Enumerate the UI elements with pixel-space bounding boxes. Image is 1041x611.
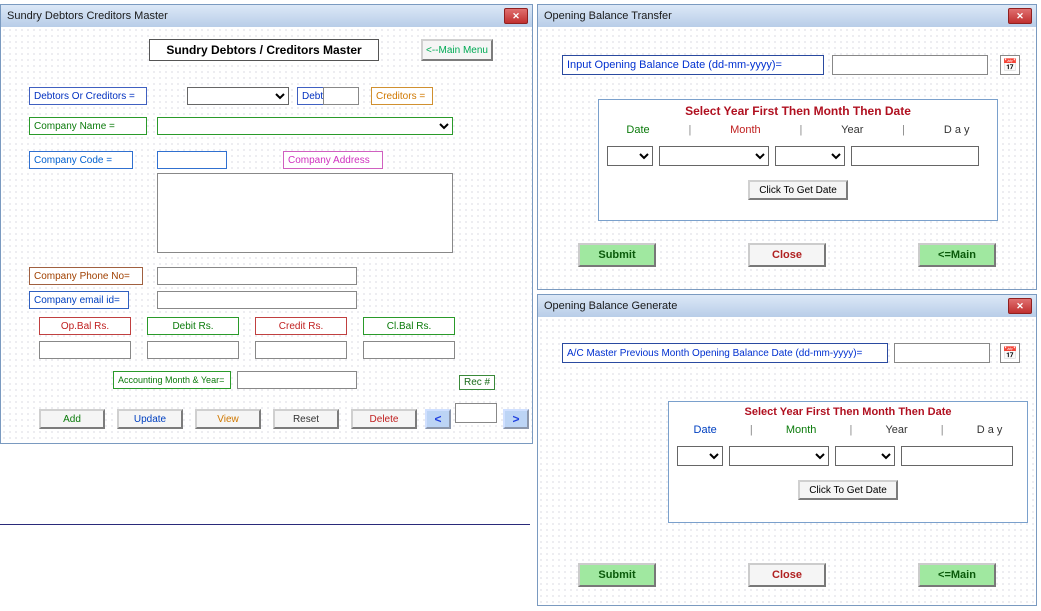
submit-button[interactable]: Submit bbox=[578, 563, 656, 587]
main-menu-button[interactable]: <--Main Menu bbox=[421, 39, 493, 61]
window-sundry-master: Sundry Debtors Creditors Master ✕ Sundry… bbox=[0, 4, 533, 444]
acct-month-input[interactable] bbox=[237, 371, 357, 389]
label-doc: Debtors Or Creditors = bbox=[29, 87, 147, 105]
hdr-year: Year bbox=[841, 124, 863, 136]
divider-line bbox=[0, 524, 530, 525]
window-ob-generate: Opening Balance Generate ✕ A/C Master Pr… bbox=[537, 294, 1037, 606]
month-select[interactable] bbox=[659, 146, 769, 166]
month-select[interactable] bbox=[729, 446, 829, 466]
company-address-input[interactable] bbox=[157, 173, 453, 253]
add-button[interactable]: Add bbox=[39, 409, 105, 429]
close-icon[interactable]: ✕ bbox=[1008, 8, 1032, 24]
reset-button[interactable]: Reset bbox=[273, 409, 339, 429]
next-button[interactable]: > bbox=[503, 409, 529, 429]
main-button[interactable]: <=Main bbox=[918, 563, 996, 587]
close-icon[interactable]: ✕ bbox=[1008, 298, 1032, 314]
day-display bbox=[851, 146, 979, 166]
window-title: Opening Balance Generate bbox=[544, 300, 677, 312]
window-title: Sundry Debtors Creditors Master bbox=[7, 10, 168, 22]
day-display bbox=[901, 446, 1013, 466]
calendar-icon[interactable]: 📅 bbox=[1000, 343, 1020, 363]
panel-title: Select Year First Then Month Then Date bbox=[599, 100, 997, 122]
titlebar-generate: Opening Balance Generate ✕ bbox=[538, 295, 1036, 317]
date-select[interactable] bbox=[677, 446, 723, 466]
col-credit: Credit Rs. bbox=[255, 317, 347, 335]
prev-button[interactable]: < bbox=[425, 409, 451, 429]
company-code-input[interactable] bbox=[157, 151, 227, 169]
panel-title: Select Year First Then Month Then Date bbox=[669, 402, 1027, 422]
click-get-date-button[interactable]: Click To Get Date bbox=[748, 180, 848, 200]
label-email: Company email id= bbox=[29, 291, 129, 309]
clbal-input[interactable] bbox=[363, 341, 455, 359]
company-name-select[interactable] bbox=[157, 117, 453, 135]
close-button[interactable]: Close bbox=[748, 243, 826, 267]
date-select[interactable] bbox=[607, 146, 653, 166]
doc-select[interactable] bbox=[187, 87, 289, 105]
ob-date-input[interactable] bbox=[894, 343, 990, 363]
debit-input[interactable] bbox=[147, 341, 239, 359]
label-creditors: Creditors = bbox=[371, 87, 433, 105]
label-phone: Company Phone No= bbox=[29, 267, 143, 285]
hdr-date: Date bbox=[694, 424, 717, 436]
window-title: Opening Balance Transfer bbox=[544, 10, 672, 22]
email-input[interactable] bbox=[157, 291, 357, 309]
hdr-month: Month bbox=[786, 424, 817, 436]
rec-input[interactable] bbox=[455, 403, 497, 423]
hdr-year: Year bbox=[885, 424, 907, 436]
hdr-day: D a y bbox=[944, 124, 970, 136]
close-icon[interactable]: ✕ bbox=[504, 8, 528, 24]
date-panel: Select Year First Then Month Then Date D… bbox=[598, 99, 998, 221]
label-acct-month: Accounting Month & Year= bbox=[113, 371, 231, 389]
year-select[interactable] bbox=[775, 146, 845, 166]
date-panel: Select Year First Then Month Then Date D… bbox=[668, 401, 1028, 523]
phone-input[interactable] bbox=[157, 267, 357, 285]
hdr-month: Month bbox=[730, 124, 761, 136]
hdr-day: D a y bbox=[977, 424, 1003, 436]
label-company-name: Company Name = bbox=[29, 117, 147, 135]
view-button[interactable]: View bbox=[195, 409, 261, 429]
window-ob-transfer: Opening Balance Transfer ✕ Input Opening… bbox=[537, 4, 1037, 290]
col-clbal: Cl.Bal Rs. bbox=[363, 317, 455, 335]
label-company-address: Company Address bbox=[283, 151, 383, 169]
credit-input[interactable] bbox=[255, 341, 347, 359]
dm-headers: Date| Month| Year| D a y bbox=[669, 422, 1027, 438]
titlebar-master: Sundry Debtors Creditors Master ✕ bbox=[1, 5, 532, 27]
delete-button[interactable]: Delete bbox=[351, 409, 417, 429]
label-ob-date: A/C Master Previous Month Opening Balanc… bbox=[562, 343, 888, 363]
label-company-code: Company Code = bbox=[29, 151, 133, 169]
label-rec: Rec # bbox=[459, 375, 495, 390]
year-select[interactable] bbox=[835, 446, 895, 466]
dm-headers: Date| Month| Year| D a y bbox=[599, 122, 997, 138]
hdr-date: Date bbox=[626, 124, 649, 136]
update-button[interactable]: Update bbox=[117, 409, 183, 429]
debtors-input[interactable] bbox=[323, 87, 359, 105]
submit-button[interactable]: Submit bbox=[578, 243, 656, 267]
ob-date-input[interactable] bbox=[832, 55, 988, 75]
main-button[interactable]: <=Main bbox=[918, 243, 996, 267]
col-debit: Debit Rs. bbox=[147, 317, 239, 335]
titlebar-transfer: Opening Balance Transfer ✕ bbox=[538, 5, 1036, 27]
col-opbal: Op.Bal Rs. bbox=[39, 317, 131, 335]
label-ob-date: Input Opening Balance Date (dd-mm-yyyy)= bbox=[562, 55, 824, 75]
calendar-icon[interactable]: 📅 bbox=[1000, 55, 1020, 75]
page-title: Sundry Debtors / Creditors Master bbox=[149, 39, 379, 61]
close-button[interactable]: Close bbox=[748, 563, 826, 587]
click-get-date-button[interactable]: Click To Get Date bbox=[798, 480, 898, 500]
opbal-input[interactable] bbox=[39, 341, 131, 359]
